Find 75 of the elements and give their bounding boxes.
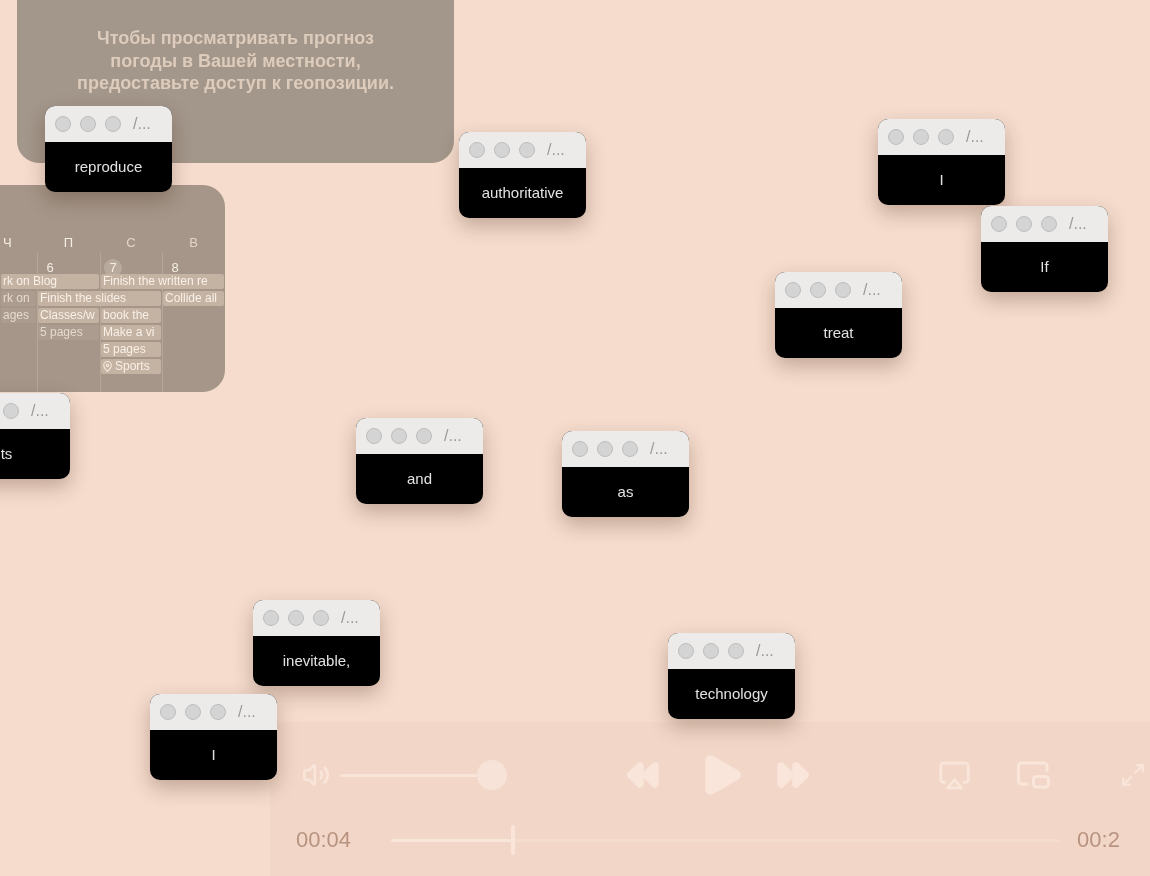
calendar-event[interactable]: ages — [1, 308, 36, 323]
elapsed-time: 00:04 — [296, 827, 352, 853]
calendar-event[interactable]: Collide all — [163, 291, 224, 306]
minimize-button[interactable] — [703, 643, 719, 659]
window-title: /... — [547, 142, 565, 158]
zoom-button[interactable] — [105, 116, 121, 132]
close-button[interactable] — [263, 610, 279, 626]
zoom-button[interactable] — [835, 282, 851, 298]
close-button[interactable] — [888, 129, 904, 145]
window-title: /... — [863, 282, 881, 298]
window-title: /... — [238, 704, 256, 720]
close-button[interactable] — [366, 428, 382, 444]
zoom-button[interactable] — [313, 610, 329, 626]
minimize-button[interactable] — [185, 704, 201, 720]
calendar-event[interactable]: Sports — [101, 359, 161, 374]
minimize-button[interactable] — [288, 610, 304, 626]
calendar-event[interactable]: rk on — [1, 291, 36, 306]
date-label: 6 — [45, 259, 55, 276]
zoom-button[interactable] — [210, 704, 226, 720]
date-label: 8 — [170, 259, 180, 276]
window-title: /... — [341, 610, 359, 626]
minimize-button[interactable] — [597, 441, 613, 457]
minimize-button[interactable] — [913, 129, 929, 145]
terminal-text: If — [1040, 258, 1049, 276]
zoom-button[interactable] — [1041, 216, 1057, 232]
close-button[interactable] — [160, 704, 176, 720]
terminal-text: I — [211, 746, 216, 764]
terminal-text: ts — [0, 445, 13, 463]
zoom-button[interactable] — [3, 403, 19, 419]
window-title: /... — [650, 441, 668, 457]
minimize-button[interactable] — [391, 428, 407, 444]
calendar-event[interactable]: 5 pages — [38, 325, 99, 340]
close-button[interactable] — [469, 142, 485, 158]
zoom-button[interactable] — [622, 441, 638, 457]
close-button[interactable] — [678, 643, 694, 659]
calendar-event[interactable]: book the — [101, 308, 161, 323]
weekday-label: В — [189, 235, 198, 251]
zoom-button[interactable] — [938, 129, 954, 145]
terminal-text: authoritative — [481, 184, 564, 202]
minimize-button[interactable] — [810, 282, 826, 298]
terminal-text: and — [407, 470, 432, 488]
zoom-button[interactable] — [728, 643, 744, 659]
terminal-text: I — [939, 171, 944, 189]
close-button[interactable] — [785, 282, 801, 298]
weekday-label: П — [63, 235, 74, 251]
terminal-text: treat — [823, 324, 854, 342]
duration-time: 00:2 — [1077, 827, 1120, 853]
window-title: /... — [133, 116, 151, 132]
zoom-button[interactable] — [416, 428, 432, 444]
window-title: /... — [966, 129, 984, 145]
minimize-button[interactable] — [494, 142, 510, 158]
close-button[interactable] — [572, 441, 588, 457]
minimize-button[interactable] — [80, 116, 96, 132]
calendar-event[interactable]: Make a vi — [101, 325, 161, 340]
weekday-label: Ч — [3, 235, 12, 251]
weekday-label: С — [126, 235, 136, 251]
calendar-event[interactable]: Finish the written re — [101, 274, 224, 289]
window-title: /... — [756, 643, 774, 659]
minimize-button[interactable] — [1016, 216, 1032, 232]
terminal-text: reproduce — [74, 158, 143, 176]
calendar-event[interactable]: Classes/w — [38, 308, 99, 323]
zoom-button[interactable] — [519, 142, 535, 158]
window-title: /... — [1069, 216, 1087, 232]
terminal-text: as — [617, 483, 634, 501]
calendar-event[interactable]: 5 pages — [101, 342, 161, 357]
close-button[interactable] — [55, 116, 71, 132]
calendar-event[interactable]: rk on Blog — [1, 274, 99, 289]
close-button[interactable] — [991, 216, 1007, 232]
location-pin-icon — [103, 361, 112, 372]
weather-message: Чтобы просматривать прогноз погоды в Вашей местности, предоставьте доступ к геопозиции. — [76, 27, 395, 95]
terminal-text: technology — [695, 685, 768, 703]
window-title: /... — [444, 428, 462, 444]
terminal-text: inevitable, — [282, 652, 351, 670]
calendar-event[interactable]: Finish the slides — [38, 291, 161, 306]
window-title: /... — [31, 403, 49, 419]
